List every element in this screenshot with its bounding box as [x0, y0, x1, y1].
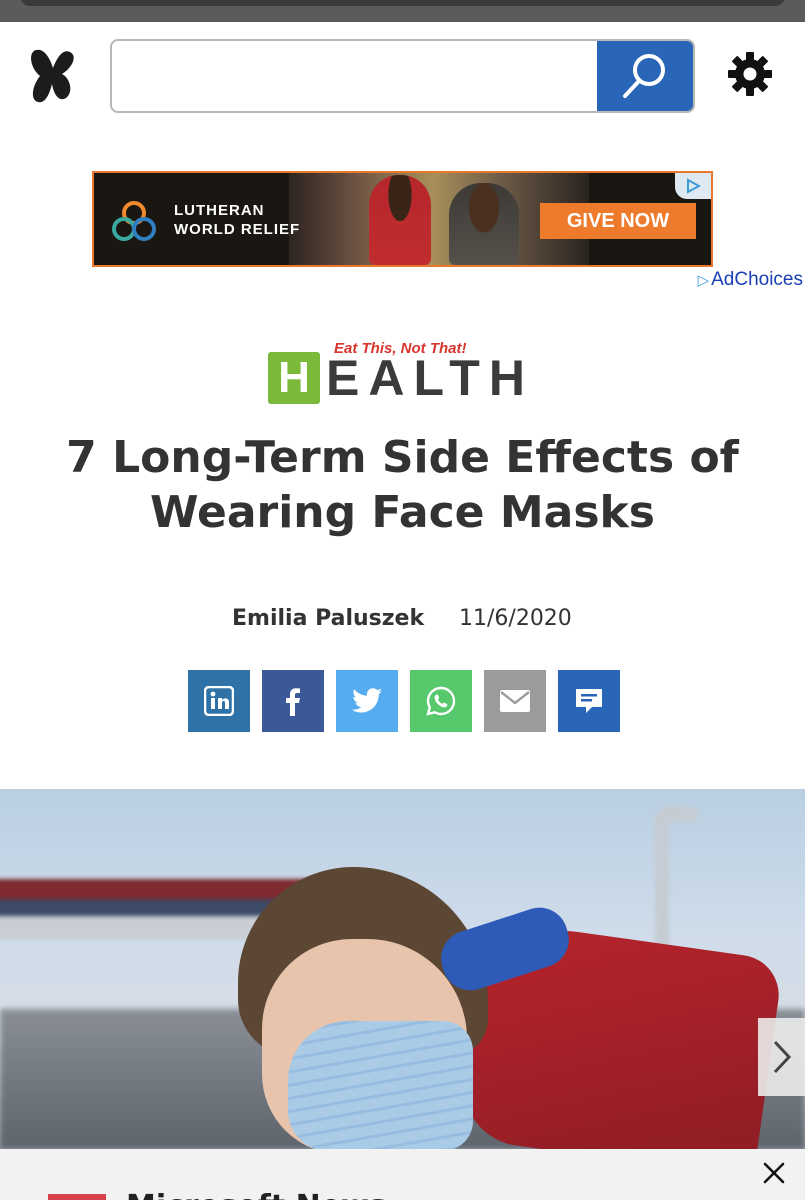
- share-facebook-button[interactable]: [262, 670, 324, 732]
- lutheran-world-relief-logo-icon: [110, 199, 158, 243]
- ad-brand-line1: LUTHERAN: [174, 202, 265, 219]
- close-icon: [763, 1162, 785, 1184]
- close-button[interactable]: [758, 1157, 790, 1189]
- site-header: [0, 22, 805, 132]
- article-author: Emilia Paluszek: [232, 606, 425, 631]
- brand-h-block: H: [268, 352, 320, 404]
- settings-gear-icon[interactable]: [726, 50, 774, 98]
- article-date: 11/6/2020: [459, 606, 572, 631]
- browser-chrome: [0, 0, 805, 22]
- article-title: 7 Long-Term Side Effects of Wearing Face…: [66, 432, 739, 538]
- carousel-next-button[interactable]: [758, 1018, 805, 1096]
- comments-button[interactable]: [558, 670, 620, 732]
- share-linkedin-button[interactable]: [188, 670, 250, 732]
- ad-brand-name: LUTHERAN WORLD RELIEF: [174, 201, 314, 239]
- email-icon: [500, 690, 530, 712]
- eat-this-health-logo[interactable]: Eat This, Not That! H EALTH: [268, 340, 538, 406]
- ad-info-icon[interactable]: [675, 173, 711, 199]
- share-twitter-button[interactable]: [336, 670, 398, 732]
- twitter-icon: [351, 688, 382, 713]
- ad-brand-line2: WORLD RELIEF: [174, 221, 301, 238]
- ad-photo-woman: [449, 183, 519, 265]
- share-whatsapp-button[interactable]: [410, 670, 472, 732]
- ad-photo-child: [369, 175, 431, 265]
- ad-banner[interactable]: LUTHERAN WORLD RELIEF GIVE NOW: [92, 171, 713, 267]
- bottom-title: Microsoft News: [126, 1189, 426, 1200]
- bottom-thumbnail: [48, 1194, 106, 1200]
- comment-icon: [576, 689, 602, 713]
- bottom-recommendation-bar[interactable]: Microsoft News: [0, 1149, 805, 1200]
- adchoices-label: AdChoices: [711, 269, 803, 290]
- search-button[interactable]: [597, 41, 693, 111]
- search-icon: [623, 54, 665, 98]
- share-email-button[interactable]: [484, 670, 546, 732]
- adchoices-icon: ▷: [697, 272, 710, 289]
- whatsapp-icon: [426, 686, 456, 716]
- page: LUTHERAN WORLD RELIEF GIVE NOW ▷ AdChoic…: [0, 0, 805, 1200]
- msn-butterfly-logo-icon[interactable]: [26, 46, 80, 106]
- adchoices-link[interactable]: ▷ AdChoices: [698, 268, 803, 292]
- brand-wordmark: EALTH: [326, 350, 534, 406]
- chevron-right-icon: [773, 1040, 791, 1074]
- search-input[interactable]: [112, 41, 599, 111]
- article-hero-image[interactable]: [0, 789, 805, 1149]
- hero-face-mask: [288, 1021, 473, 1149]
- give-now-button[interactable]: GIVE NOW: [540, 203, 696, 239]
- facebook-icon: [286, 688, 300, 716]
- search-box: [110, 39, 695, 113]
- address-bar[interactable]: [20, 0, 785, 6]
- linkedin-icon: [204, 686, 234, 716]
